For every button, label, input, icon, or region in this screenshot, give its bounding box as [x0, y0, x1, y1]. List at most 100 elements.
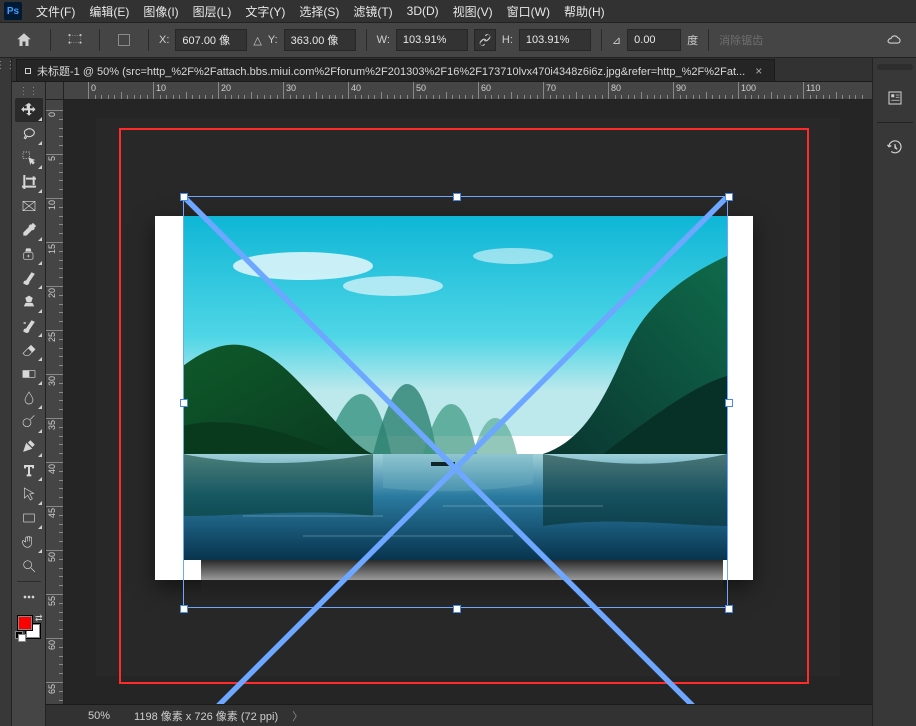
y-field[interactable]: 363.00 像 [284, 29, 356, 51]
canvas-area[interactable] [64, 100, 872, 704]
menu-help[interactable]: 帮助(H) [558, 1, 611, 22]
shape-tool[interactable] [15, 506, 43, 530]
separator [99, 29, 100, 51]
panel-grip-icon[interactable] [877, 64, 913, 70]
menu-window[interactable]: 窗口(W) [501, 1, 556, 22]
ruler-left-seg: 40 [46, 462, 64, 506]
panel-divider [877, 122, 913, 123]
status-more-icon[interactable]: 〉 [292, 708, 303, 724]
w-field[interactable]: 103.91% [396, 29, 468, 51]
antialias-label: 消除锯齿 [719, 32, 763, 48]
status-bar: 50% 1198 像素 x 726 像素 (72 ppi) 〉 [46, 704, 872, 726]
menu-image[interactable]: 图像(I) [137, 1, 184, 22]
separator [148, 29, 149, 51]
ruler-left-seg: 30 [46, 374, 64, 418]
menu-type[interactable]: 文字(Y) [239, 1, 291, 22]
separator [708, 29, 709, 51]
move-tool[interactable] [15, 98, 43, 122]
zoom-tool[interactable] [15, 554, 43, 578]
ruler-corner [46, 82, 64, 100]
color-swatches[interactable]: ⇄ [15, 613, 43, 641]
pen-tool[interactable] [15, 434, 43, 458]
ruler-left-seg: 10 [46, 198, 64, 242]
toolbox-separator [17, 581, 41, 582]
ruler-left-seg: 35 [46, 418, 64, 462]
clone-stamp-tool[interactable] [15, 290, 43, 314]
document-tabbar: 未标题-1 @ 50% (src=http_%2F%2Fattach.bbs.m… [12, 58, 872, 82]
toolbox-grip-icon[interactable]: ⋮⋮ [17, 86, 41, 96]
image-shadow [201, 560, 723, 598]
w-label: W: [377, 34, 390, 46]
zoom-level[interactable]: 50% [56, 710, 120, 722]
type-tool[interactable] [15, 458, 43, 482]
reference-point-icon[interactable] [110, 29, 138, 51]
link-wh-button[interactable] [474, 29, 496, 51]
brush-tool[interactable] [15, 266, 43, 290]
link-icon [478, 33, 492, 47]
document-tab[interactable]: 未标题-1 @ 50% (src=http_%2F%2Fattach.bbs.m… [16, 59, 775, 81]
blur-tool[interactable] [15, 386, 43, 410]
eraser-tool[interactable] [15, 338, 43, 362]
x-label: X: [159, 34, 169, 46]
menubar: Ps 文件(F) 编辑(E) 图像(I) 图层(L) 文字(Y) 选择(S) 滤… [0, 0, 916, 22]
home-icon [15, 31, 33, 49]
menu-filter[interactable]: 滤镜(T) [347, 1, 398, 22]
ruler-left-seg: 60 [46, 638, 64, 682]
hand-tool[interactable] [15, 530, 43, 554]
foreground-color[interactable] [17, 615, 33, 631]
ruler-left-seg: 55 [46, 594, 64, 638]
angle-field[interactable]: 0.00 [627, 29, 681, 51]
close-tab-button[interactable]: × [751, 64, 766, 78]
left-collapsed-panel[interactable]: ⋮⋮ [0, 58, 12, 726]
toolbox: ⋮⋮ [12, 82, 46, 726]
y-label: Y: [268, 34, 278, 46]
doc-dimensions[interactable]: 1198 像素 x 726 像素 (72 ppi) [134, 708, 278, 724]
menu-3d[interactable]: 3D(D) [401, 2, 445, 20]
ruler-vertical[interactable]: 05101520253035404550556065 [46, 100, 64, 704]
menu-view[interactable]: 视图(V) [447, 1, 499, 22]
ruler-left-seg: 65 [46, 682, 64, 704]
path-select-tool[interactable] [15, 482, 43, 506]
crop-tool[interactable] [15, 170, 43, 194]
menu-layer[interactable]: 图层(L) [187, 1, 238, 22]
separator [366, 29, 367, 51]
healing-brush-tool[interactable] [15, 242, 43, 266]
ruler-left-seg: 25 [46, 330, 64, 374]
doc-unsaved-icon [25, 68, 31, 74]
dodge-tool[interactable] [15, 410, 43, 434]
frame-tool[interactable] [15, 194, 43, 218]
lasso-tool[interactable] [15, 122, 43, 146]
h-field[interactable]: 103.91% [519, 29, 591, 51]
transform-handles-icon[interactable] [61, 29, 89, 51]
ruler-left-seg: 15 [46, 242, 64, 286]
menu-select[interactable]: 选择(S) [293, 1, 345, 22]
quick-select-tool[interactable] [15, 146, 43, 170]
share-icon [885, 31, 903, 49]
delta-icon[interactable]: △ [253, 34, 261, 47]
h-label: H: [502, 34, 513, 46]
right-collapsed-panels[interactable] [872, 58, 916, 726]
ruler-left-seg: 20 [46, 286, 64, 330]
gradient-tool[interactable] [15, 362, 43, 386]
document-title: 未标题-1 @ 50% (src=http_%2F%2Fattach.bbs.m… [37, 63, 745, 79]
learn-panel-icon[interactable] [880, 84, 910, 112]
image-layer[interactable] [183, 216, 727, 560]
ruler-left-seg: 50 [46, 550, 64, 594]
menu-file[interactable]: 文件(F) [30, 1, 81, 22]
separator [601, 29, 602, 51]
ruler-left-seg: 5 [46, 154, 64, 198]
edit-toolbar-button[interactable] [15, 585, 43, 609]
grip-icon: ⋮⋮ [2, 60, 9, 70]
history-panel-icon[interactable] [880, 133, 910, 161]
ruler-horizontal[interactable]: 0102030405060708090100110 [64, 82, 872, 100]
eyedropper-tool[interactable] [15, 218, 43, 242]
default-colors-icon[interactable] [15, 631, 25, 641]
options-bar: X: 607.00 像 △ Y: 363.00 像 W: 103.91% H: … [0, 22, 916, 58]
menu-edit[interactable]: 编辑(E) [83, 1, 135, 22]
home-button[interactable] [8, 27, 40, 53]
ps-badge: Ps [4, 2, 22, 20]
x-field[interactable]: 607.00 像 [175, 29, 247, 51]
history-brush-tool[interactable] [15, 314, 43, 338]
share-button[interactable] [880, 29, 908, 51]
angle-icon: ⊿ [612, 34, 621, 47]
